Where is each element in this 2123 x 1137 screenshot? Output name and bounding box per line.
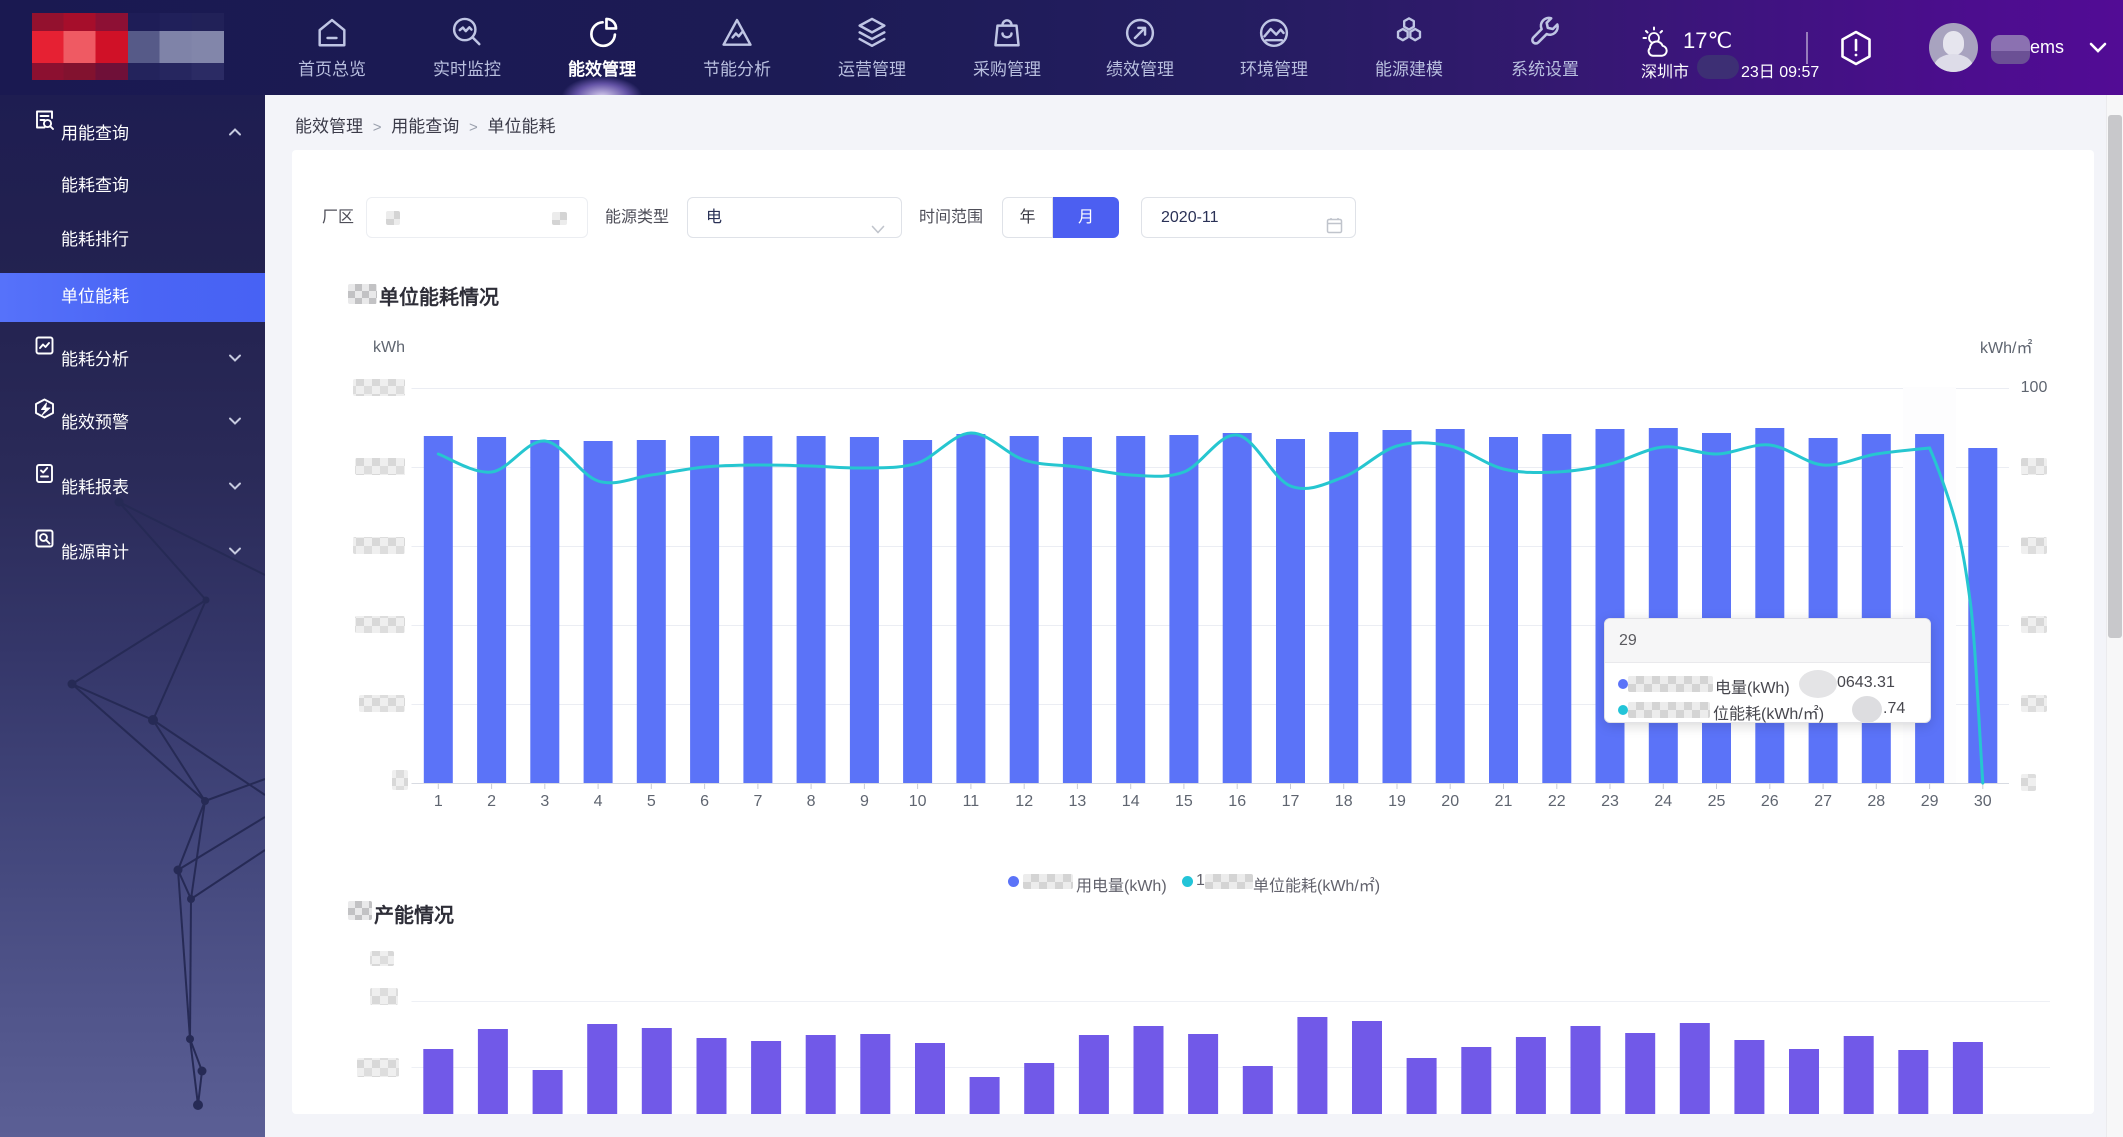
svg-text:7: 7 — [753, 793, 762, 810]
svg-text:17: 17 — [1282, 793, 1300, 810]
svg-text:27: 27 — [1814, 793, 1832, 810]
svg-text:4: 4 — [594, 793, 603, 810]
svg-text:kWh/㎡: kWh/㎡ — [1980, 339, 2032, 357]
svg-text:25: 25 — [1708, 793, 1726, 810]
svg-text:19: 19 — [1388, 793, 1406, 810]
svg-text:26: 26 — [1761, 793, 1779, 810]
svg-text:6: 6 — [700, 793, 709, 810]
svg-text:15: 15 — [1175, 793, 1193, 810]
svg-text:11: 11 — [963, 793, 980, 810]
svg-text:9: 9 — [860, 793, 869, 810]
svg-text:12: 12 — [1015, 793, 1033, 810]
svg-text:1: 1 — [434, 793, 443, 810]
svg-text:30: 30 — [1974, 793, 1992, 810]
svg-text:13: 13 — [1069, 793, 1087, 810]
svg-text:5: 5 — [647, 793, 656, 810]
svg-text:2: 2 — [487, 793, 496, 810]
svg-text:28: 28 — [1867, 793, 1885, 810]
svg-text:kWh: kWh — [373, 339, 405, 356]
svg-text:3: 3 — [540, 793, 549, 810]
svg-text:10: 10 — [909, 793, 927, 810]
svg-text:20: 20 — [1441, 793, 1459, 810]
svg-text:24: 24 — [1654, 793, 1672, 810]
svg-text:18: 18 — [1335, 793, 1353, 810]
svg-text:23: 23 — [1601, 793, 1619, 810]
svg-text:21: 21 — [1495, 793, 1513, 810]
svg-text:100: 100 — [2021, 379, 2048, 396]
svg-text:8: 8 — [807, 793, 816, 810]
svg-text:22: 22 — [1548, 793, 1566, 810]
svg-text:16: 16 — [1228, 793, 1246, 810]
svg-text:14: 14 — [1122, 793, 1140, 810]
svg-text:29: 29 — [1921, 793, 1939, 810]
